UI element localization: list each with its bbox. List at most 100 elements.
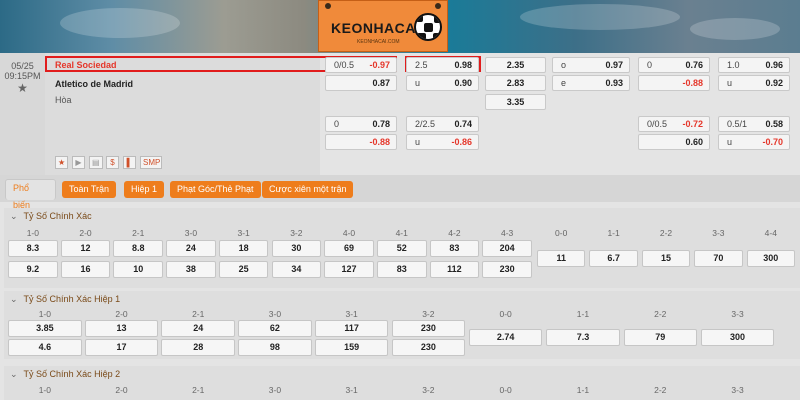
score-odds-cell[interactable]: 18: [218, 240, 269, 257]
section-title[interactable]: ⌄ Tỷ Số Chính Xác Hiệp 2: [10, 369, 120, 380]
banner-cloud: [520, 4, 680, 30]
score-label: 3-1: [345, 385, 358, 395]
odds-oddeven-even[interactable]: e 0.93: [552, 75, 630, 91]
odds-1x2-draw[interactable]: 3.35: [485, 94, 546, 110]
score-odds-cell[interactable]: 230: [391, 320, 466, 337]
chevron-down-icon: ⌄: [10, 211, 18, 221]
score-odds-cell-draw[interactable]: 11: [537, 250, 586, 267]
score-label: 3-3: [712, 228, 725, 238]
score-odds-cell[interactable]: 52: [376, 240, 427, 257]
score-label: 2-1: [192, 309, 205, 319]
score-odds-cell[interactable]: 8.3: [8, 240, 58, 257]
site-logo[interactable]: KEONHACAI KEONHACAI.COM: [318, 0, 448, 52]
score-odds-cell[interactable]: 127: [324, 261, 374, 278]
score-odds-cell-draw[interactable]: 300: [700, 329, 775, 346]
odds-h1-hdp-home[interactable]: 0 0.76: [638, 57, 710, 73]
odds-h1-hdp-home-alt[interactable]: 0/0.5 -0.72: [638, 116, 710, 132]
odds-ou-over[interactable]: 2.5 0.98: [406, 57, 479, 73]
score-label: 3-0: [268, 309, 282, 319]
money-icon[interactable]: $: [106, 156, 119, 169]
odds-ou-under-alt[interactable]: u -0.86: [406, 134, 479, 150]
score-label: 3-3: [731, 385, 744, 395]
score-odds-cell[interactable]: 9.2: [8, 261, 58, 278]
score-odds-cell[interactable]: 30: [271, 240, 322, 257]
play-icon[interactable]: ▶: [72, 156, 85, 169]
score-odds-cell[interactable]: 24: [166, 240, 216, 257]
score-label: 4-2: [448, 228, 461, 238]
odds-h1-hdp-away[interactable]: -0.88: [638, 75, 710, 91]
score-odds-cell[interactable]: 8.8: [113, 240, 164, 257]
stats-icon[interactable]: ▤: [89, 156, 103, 169]
score-odds-cell[interactable]: 13: [84, 320, 159, 337]
score-odds-cell[interactable]: 83: [376, 261, 427, 278]
score-odds-cell[interactable]: 16: [60, 261, 111, 278]
score-odds-cell[interactable]: 62: [238, 320, 312, 337]
score-odds-cell-draw[interactable]: 300: [746, 250, 795, 267]
tab-first-half[interactable]: Hiệp 1: [124, 181, 165, 198]
score-label: 2-0: [115, 385, 128, 395]
away-team[interactable]: Atletico de Madrid: [55, 79, 133, 89]
odds-ou-over-alt[interactable]: 2/2.5 0.74: [406, 116, 479, 132]
score-odds-cell[interactable]: 117: [314, 320, 389, 337]
tab-popular[interactable]: Phổ biến: [5, 179, 56, 210]
score-odds-cell-draw[interactable]: 2.74: [469, 329, 543, 346]
score-odds-cell[interactable]: 28: [161, 339, 236, 356]
odds-ou-under[interactable]: u 0.90: [406, 75, 479, 91]
favorite-star-icon[interactable]: ★: [0, 81, 45, 95]
odds-hdp-home[interactable]: 0/0.5 -0.97: [325, 57, 397, 73]
score-odds-cell-draw[interactable]: 15: [641, 250, 691, 267]
score-label: 1-0: [26, 228, 39, 238]
score-odds-cell[interactable]: 230: [391, 339, 466, 356]
score-odds-cell-draw[interactable]: 70: [694, 250, 743, 267]
score-odds-cell[interactable]: 24: [161, 320, 236, 337]
score-odds-cell[interactable]: 159: [314, 339, 389, 356]
odds-hdp-away-alt[interactable]: -0.88: [325, 134, 397, 150]
odds-h1-hdp-away-alt[interactable]: 0.60: [638, 134, 710, 150]
section-title[interactable]: ⌄ Tỷ Số Chính Xác Hiệp 1: [10, 294, 120, 305]
score-odds-cell[interactable]: 4.6: [8, 339, 82, 356]
score-odds-cell[interactable]: 3.85: [8, 320, 82, 337]
score-odds-cell[interactable]: 112: [429, 261, 480, 278]
score-odds-cell[interactable]: 204: [482, 240, 532, 257]
odds-hdp-away[interactable]: 0.87: [325, 75, 397, 91]
odds-hdp-home-alt[interactable]: 0 0.78: [325, 116, 397, 132]
odds-h1-ou-over-alt[interactable]: 0.5/1 0.58: [718, 116, 790, 132]
odds-h1-ou-under[interactable]: u 0.92: [718, 75, 790, 91]
score-odds-cell[interactable]: 69: [324, 240, 374, 257]
match-time-column: 05/25 09:15PM ★: [0, 53, 45, 175]
odds-oddeven-odd[interactable]: o 0.97: [552, 57, 630, 73]
score-label: 1-1: [607, 228, 620, 238]
score-label: 3-0: [268, 385, 282, 395]
score-label: 3-1: [345, 309, 358, 319]
smp-button[interactable]: SMP: [140, 156, 162, 169]
score-odds-cell-draw[interactable]: 79: [623, 329, 697, 346]
lineup-icon[interactable]: ▌: [123, 156, 136, 169]
score-odds-cell[interactable]: 83: [429, 240, 480, 257]
odds-h1-ou-over[interactable]: 1.0 0.96: [718, 57, 790, 73]
score-odds-cell-draw[interactable]: 6.7: [589, 250, 638, 267]
score-odds-cell[interactable]: 34: [271, 261, 322, 278]
score-odds-cell[interactable]: 17: [84, 339, 159, 356]
odds-1x2-home[interactable]: 2.35: [485, 57, 546, 73]
soccer-ball-icon: [414, 13, 442, 41]
score-odds-cell[interactable]: 10: [113, 261, 164, 278]
section-title[interactable]: ⌄ Tỷ Số Chính Xác: [10, 211, 92, 222]
tab-corners-cards[interactable]: Phạt Góc/Thẻ Phạt: [170, 181, 261, 198]
score-odds-cell[interactable]: 12: [60, 240, 111, 257]
header-banner: KEONHACAI KEONHACAI.COM: [0, 0, 800, 53]
tab-same-game-parlay[interactable]: Cược xiên một trận: [262, 181, 354, 198]
score-odds-cell-draw[interactable]: 7.3: [546, 329, 620, 346]
score-label: 2-0: [115, 309, 128, 319]
favorite-star-icon[interactable]: ★: [55, 156, 69, 169]
odds-h1-ou-under-alt[interactable]: u -0.70: [718, 134, 790, 150]
odds-1x2-away[interactable]: 2.83: [485, 75, 546, 91]
score-odds-cell[interactable]: 230: [482, 261, 532, 278]
score-odds-cell[interactable]: 98: [238, 339, 312, 356]
score-odds-cell[interactable]: 38: [166, 261, 216, 278]
market-tabs: Phổ biến Toàn Trận Hiệp 1 Phạt Góc/Thẻ P…: [0, 175, 800, 210]
logo-text: KEONHACAI: [331, 20, 421, 36]
score-odds-cell[interactable]: 25: [218, 261, 269, 278]
score-label: 0-0: [555, 228, 568, 238]
score-label: 0-0: [499, 385, 512, 395]
tab-full-match[interactable]: Toàn Trận: [62, 181, 117, 198]
